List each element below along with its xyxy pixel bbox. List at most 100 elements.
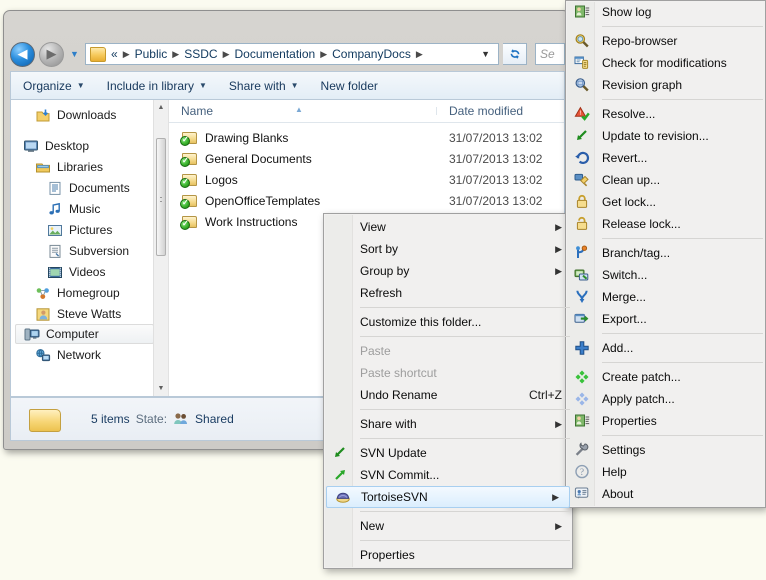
breadcrumb-sep: ▶ bbox=[172, 48, 180, 59]
menu-item-label: Sort by bbox=[360, 242, 399, 256]
menu-item-update-to-revision[interactable]: Update to revision... bbox=[566, 125, 765, 147]
breadcrumb-item-documentation[interactable]: Documentation bbox=[232, 47, 317, 61]
menu-item-get-lock[interactable]: Get lock... bbox=[566, 191, 765, 213]
nav-scrollbar[interactable]: ▲ ▼ bbox=[153, 100, 168, 396]
breadcrumb-item-companydocs[interactable]: CompanyDocs bbox=[330, 47, 413, 61]
address-bar[interactable]: « ▶ Public ▶ SSDC ▶ Documentation ▶ Comp… bbox=[85, 43, 499, 65]
menu-separator bbox=[602, 362, 763, 363]
breadcrumb-chevrons[interactable]: « bbox=[109, 47, 120, 61]
menu-item-export[interactable]: Export... bbox=[566, 308, 765, 330]
menu-item-create-patch[interactable]: Create patch... bbox=[566, 366, 765, 388]
menu-item-refresh[interactable]: Refresh bbox=[324, 282, 572, 304]
nav-item-homegroup[interactable]: Homegroup bbox=[11, 282, 168, 303]
menu-item-release-lock[interactable]: Release lock... bbox=[566, 213, 765, 235]
nav-item-pictures[interactable]: Pictures bbox=[11, 219, 168, 240]
screen: ◀ ▶ ▼ « ▶ Public ▶ SSDC ▶ Documentation … bbox=[0, 0, 766, 580]
nav-item-downloads[interactable]: Downloads bbox=[11, 104, 168, 125]
videos-icon bbox=[47, 265, 63, 279]
menu-item-group-by[interactable]: Group by ▶ bbox=[324, 260, 572, 282]
refresh-button[interactable] bbox=[503, 43, 527, 65]
menu-item-label: Group by bbox=[360, 264, 410, 278]
state-value: Shared bbox=[195, 412, 234, 426]
homegroup-icon bbox=[35, 286, 51, 300]
shared-users-icon bbox=[173, 412, 189, 426]
table-row[interactable]: General Documents 31/07/2013 13:02 bbox=[169, 148, 564, 169]
forward-button[interactable]: ▶ bbox=[39, 41, 64, 67]
breadcrumb-sep: ▶ bbox=[122, 48, 130, 59]
breadcrumb-item-public[interactable]: Public bbox=[133, 47, 170, 61]
menu-item-resolve[interactable]: ! Resolve... bbox=[566, 103, 765, 125]
nav-item-videos[interactable]: Videos bbox=[11, 261, 168, 282]
menu-item-new[interactable]: New ▶ bbox=[324, 515, 572, 537]
table-row[interactable]: OpenOfficeTemplates 31/07/2013 13:02 bbox=[169, 190, 564, 211]
menu-item-revision-graph[interactable]: Revision graph bbox=[566, 74, 765, 96]
include-in-library-button[interactable]: Include in library ▼ bbox=[107, 79, 207, 93]
menu-item-switch[interactable]: Switch... bbox=[566, 264, 765, 286]
forward-arrow-icon: ▶ bbox=[46, 46, 57, 61]
menu-item-label: Update to revision... bbox=[602, 129, 709, 143]
menu-item-settings[interactable]: Settings bbox=[566, 439, 765, 461]
nav-item-subversion[interactable]: Subversion bbox=[11, 240, 168, 261]
scroll-up-button[interactable]: ▲ bbox=[154, 100, 168, 115]
menu-item-label: Help bbox=[602, 465, 627, 479]
update-to-revision-icon bbox=[573, 128, 590, 144]
table-row[interactable]: Drawing Blanks 31/07/2013 13:02 bbox=[169, 127, 564, 148]
nav-item-network[interactable]: Network bbox=[11, 344, 168, 365]
menu-separator bbox=[360, 540, 570, 541]
nav-item-computer[interactable]: Computer bbox=[15, 324, 154, 344]
table-row[interactable]: Logos 31/07/2013 13:02 bbox=[169, 169, 564, 190]
menu-item-help[interactable]: ? Help bbox=[566, 461, 765, 483]
back-button[interactable]: ◀ bbox=[10, 41, 35, 67]
scrollbar-thumb[interactable] bbox=[156, 138, 166, 256]
file-name-label: Drawing Blanks bbox=[205, 130, 289, 145]
menu-item-revert[interactable]: Revert... bbox=[566, 147, 765, 169]
menu-item-apply-patch[interactable]: Apply patch... bbox=[566, 388, 765, 410]
address-dropdown-icon[interactable]: ▼ bbox=[477, 49, 496, 59]
menu-item-check-for-modifications[interactable]: Check for modifications bbox=[566, 52, 765, 74]
menu-item-repo-browser[interactable]: Repo-browser bbox=[566, 30, 765, 52]
nav-item-label: Libraries bbox=[57, 159, 104, 174]
scroll-down-button[interactable]: ▼ bbox=[154, 381, 168, 396]
breadcrumb-item-ssdc[interactable]: SSDC bbox=[182, 47, 219, 61]
search-input[interactable]: Se bbox=[535, 43, 565, 65]
menu-item-label: Switch... bbox=[602, 268, 648, 282]
menu-item-branch-tag[interactable]: Branch/tag... bbox=[566, 242, 765, 264]
merge-icon bbox=[573, 289, 590, 305]
nav-item-steve-watts[interactable]: Steve Watts bbox=[11, 303, 168, 324]
nav-item-libraries[interactable]: Libraries bbox=[11, 156, 168, 177]
column-header-date-modified[interactable]: Date modified bbox=[437, 104, 523, 118]
menu-item-view[interactable]: View ▶ bbox=[324, 216, 572, 238]
recent-pages-button[interactable]: ▼ bbox=[68, 43, 81, 65]
file-date-cell: 31/07/2013 13:02 bbox=[449, 172, 543, 187]
menu-item-label: SVN Update bbox=[360, 446, 427, 460]
nav-item-music[interactable]: Music bbox=[11, 198, 168, 219]
column-header-name[interactable]: Name ▲ bbox=[169, 104, 437, 118]
organize-button[interactable]: Organize ▼ bbox=[23, 79, 85, 93]
new-folder-button[interactable]: New folder bbox=[321, 79, 378, 93]
file-name-cell: General Documents bbox=[169, 151, 437, 167]
menu-item-properties[interactable]: Properties bbox=[566, 410, 765, 432]
menu-item-show-log[interactable]: Show log bbox=[566, 1, 765, 23]
menu-item-label: Revision graph bbox=[602, 78, 683, 92]
menu-item-clean-up[interactable]: Clean up... bbox=[566, 169, 765, 191]
menu-item-undo-rename[interactable]: Undo Rename Ctrl+Z bbox=[324, 384, 572, 406]
menu-item-share-with[interactable]: Share with ▶ bbox=[324, 413, 572, 435]
menu-item-sort-by[interactable]: Sort by ▶ bbox=[324, 238, 572, 260]
nav-item-documents[interactable]: Documents bbox=[11, 177, 168, 198]
share-with-button[interactable]: Share with ▼ bbox=[229, 79, 299, 93]
menu-item-add[interactable]: Add... bbox=[566, 337, 765, 359]
menu-item-svn-update[interactable]: SVN Update bbox=[324, 442, 572, 464]
documents-icon bbox=[47, 181, 63, 195]
menu-item-svn-commit[interactable]: SVN Commit... bbox=[324, 464, 572, 486]
chevron-right-icon: ▶ bbox=[555, 221, 562, 232]
nav-item-desktop[interactable]: Desktop bbox=[11, 135, 168, 156]
menu-item-paste-shortcut: Paste shortcut bbox=[324, 362, 572, 384]
menu-item-tortoisesvn[interactable]: TortoiseSVN ▶ bbox=[326, 486, 570, 508]
menu-item-about[interactable]: About bbox=[566, 483, 765, 505]
menu-item-label: Get lock... bbox=[602, 195, 657, 209]
menu-item-customize-this-folder[interactable]: Customize this folder... bbox=[324, 311, 572, 333]
chevron-right-icon: ▶ bbox=[552, 491, 559, 502]
menu-item-merge[interactable]: Merge... bbox=[566, 286, 765, 308]
nav-item-label: Desktop bbox=[45, 138, 90, 153]
menu-item-properties[interactable]: Properties bbox=[324, 544, 572, 566]
